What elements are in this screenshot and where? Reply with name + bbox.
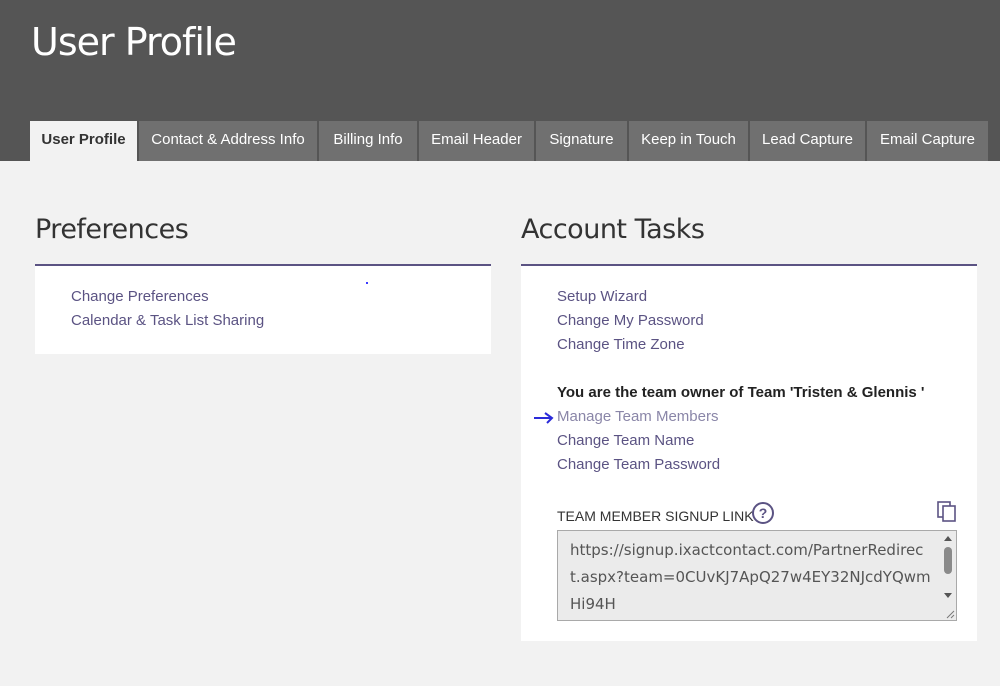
stray-dot	[366, 282, 368, 284]
team-owner-text: You are the team owner of Team 'Tristen …	[557, 384, 925, 401]
copy-icon[interactable]	[937, 501, 958, 523]
tab-keep-in-touch[interactable]: Keep in Touch	[629, 121, 748, 161]
help-icon[interactable]: ?	[752, 502, 774, 524]
manage-team-members-link[interactable]: Manage Team Members	[557, 408, 718, 425]
change-team-name-link[interactable]: Change Team Name	[557, 432, 694, 449]
textarea-scrollbar[interactable]	[940, 531, 956, 620]
tab-user-profile[interactable]: User Profile	[30, 121, 137, 161]
scroll-up-icon[interactable]	[944, 536, 952, 541]
resize-grip-icon[interactable]	[945, 609, 955, 619]
signup-link-textarea[interactable]: https://signup.ixactcontact.com/PartnerR…	[557, 530, 957, 621]
change-my-password-link[interactable]: Change My Password	[557, 312, 704, 329]
tab-email-header[interactable]: Email Header	[419, 121, 534, 161]
change-time-zone-link[interactable]: Change Time Zone	[557, 336, 685, 353]
preferences-card	[35, 264, 491, 354]
scroll-down-icon[interactable]	[944, 593, 952, 598]
change-team-password-link[interactable]: Change Team Password	[557, 456, 720, 473]
tab-billing-info[interactable]: Billing Info	[319, 121, 417, 161]
tab-lead-capture[interactable]: Lead Capture	[750, 121, 865, 161]
signup-link-value: https://signup.ixactcontact.com/PartnerR…	[570, 541, 931, 613]
page-title: User Profile	[31, 20, 237, 64]
tab-signature[interactable]: Signature	[536, 121, 627, 161]
change-preferences-link[interactable]: Change Preferences	[71, 288, 209, 305]
account-tasks-title: Account Tasks	[521, 214, 705, 245]
tab-email-capture[interactable]: Email Capture	[867, 121, 988, 161]
calendar-task-sharing-link[interactable]: Calendar & Task List Sharing	[71, 312, 264, 329]
preferences-title: Preferences	[35, 214, 189, 245]
signup-link-label: TEAM MEMBER SIGNUP LINK	[557, 508, 754, 524]
arrow-right-icon	[534, 412, 554, 424]
setup-wizard-link[interactable]: Setup Wizard	[557, 288, 647, 305]
scroll-thumb[interactable]	[944, 547, 952, 574]
tab-contact-address-info[interactable]: Contact & Address Info	[139, 121, 317, 161]
